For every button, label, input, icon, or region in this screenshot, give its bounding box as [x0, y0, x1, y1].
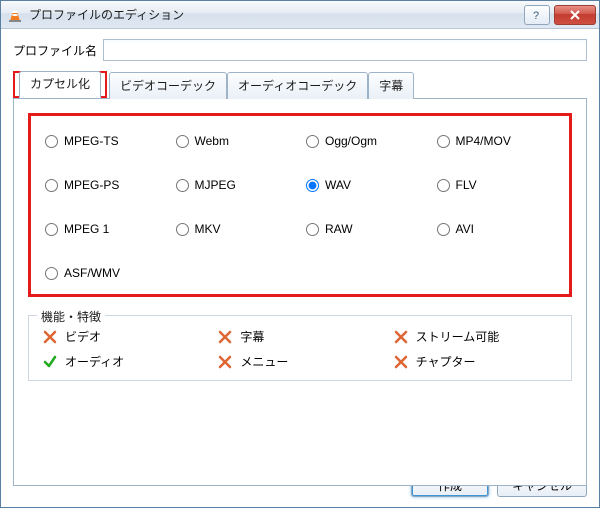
features-box: 機能・特徴 ビデオ字幕ストリーム可能オーディオメニューチャプター: [28, 315, 572, 381]
format-option[interactable]: MPEG-TS: [45, 134, 164, 148]
feature-label: ビデオ: [65, 328, 101, 345]
feature-label: ストリーム可能: [416, 328, 500, 345]
format-option[interactable]: MP4/MOV: [437, 134, 556, 148]
x-icon: [394, 330, 408, 344]
profile-name-label: プロファイル名: [13, 42, 97, 59]
format-option[interactable]: AVI: [437, 222, 556, 236]
tab-video-codec[interactable]: ビデオコーデック: [109, 72, 227, 99]
check-icon: [43, 355, 57, 369]
format-radio[interactable]: [437, 223, 450, 236]
format-label: RAW: [325, 222, 353, 236]
features-grid: ビデオ 字幕 ストリーム可能オーディオ メニュー チャプター: [43, 328, 557, 370]
client-area: プロファイル名 カプセル化 ビデオコーデック オーディオコーデック 字幕 MPE…: [1, 29, 599, 507]
x-icon: [218, 355, 232, 369]
help-button[interactable]: ?: [524, 5, 550, 25]
format-radio[interactable]: [437, 135, 450, 148]
feature-item: チャプター: [394, 353, 557, 370]
format-label: Ogg/Ogm: [325, 134, 377, 148]
format-label: WAV: [325, 178, 351, 192]
feature-label: 字幕: [240, 328, 264, 345]
format-option[interactable]: MKV: [176, 222, 295, 236]
feature-item: オーディオ: [43, 353, 206, 370]
format-radio[interactable]: [45, 223, 58, 236]
format-radio-group: MPEG-TS Webm Ogg/Ogm MP4/MOV MPEG-PS MJPEG WAV…: [28, 113, 572, 297]
format-label: MPEG 1: [64, 222, 109, 236]
feature-item: ビデオ: [43, 328, 206, 345]
tab-audio-codec[interactable]: オーディオコーデック: [227, 72, 368, 99]
feature-label: チャプター: [416, 353, 476, 370]
format-radio[interactable]: [45, 179, 58, 192]
tab-strip: カプセル化 ビデオコーデック オーディオコーデック 字幕: [13, 71, 587, 98]
feature-item: メニュー: [218, 353, 381, 370]
x-icon: [218, 330, 232, 344]
format-option[interactable]: Ogg/Ogm: [306, 134, 425, 148]
tab-encapsulation-highlight: カプセル化: [13, 71, 107, 98]
format-label: MP4/MOV: [456, 134, 511, 148]
format-label: AVI: [456, 222, 474, 236]
tab-panel-encapsulation: MPEG-TS Webm Ogg/Ogm MP4/MOV MPEG-PS MJPEG WAV…: [13, 98, 587, 486]
format-option[interactable]: MPEG 1: [45, 222, 164, 236]
svg-text:?: ?: [533, 10, 539, 21]
features-legend: 機能・特徴: [37, 308, 105, 325]
tab-subtitles[interactable]: 字幕: [368, 72, 414, 99]
format-label: MKV: [195, 222, 221, 236]
format-label: MJPEG: [195, 178, 236, 192]
format-option[interactable]: RAW: [306, 222, 425, 236]
feature-item: ストリーム可能: [394, 328, 557, 345]
format-label: Webm: [195, 134, 229, 148]
format-label: ASF/WMV: [64, 266, 120, 280]
format-option[interactable]: WAV: [306, 178, 425, 192]
format-label: MPEG-TS: [64, 134, 119, 148]
x-icon: [394, 355, 408, 369]
format-radio[interactable]: [306, 135, 319, 148]
format-radio[interactable]: [437, 179, 450, 192]
format-label: MPEG-PS: [64, 178, 119, 192]
tab-encapsulation[interactable]: カプセル化: [19, 71, 101, 98]
format-radio[interactable]: [45, 267, 58, 280]
format-radio[interactable]: [176, 223, 189, 236]
format-radio[interactable]: [306, 223, 319, 236]
format-radio[interactable]: [176, 179, 189, 192]
format-radio[interactable]: [306, 179, 319, 192]
feature-item: 字幕: [218, 328, 381, 345]
format-option[interactable]: MPEG-PS: [45, 178, 164, 192]
profile-name-row: プロファイル名: [13, 39, 587, 61]
close-button[interactable]: [554, 5, 596, 25]
format-radio[interactable]: [176, 135, 189, 148]
format-radio[interactable]: [45, 135, 58, 148]
window-title: プロファイルのエディション: [29, 6, 520, 23]
app-icon: [7, 7, 23, 23]
titlebar: プロファイルのエディション ?: [1, 1, 599, 29]
x-icon: [43, 330, 57, 344]
format-option[interactable]: ASF/WMV: [45, 266, 164, 280]
profile-name-input[interactable]: [103, 39, 587, 61]
feature-label: メニュー: [240, 353, 288, 370]
format-option[interactable]: MJPEG: [176, 178, 295, 192]
feature-label: オーディオ: [65, 353, 124, 370]
format-option[interactable]: Webm: [176, 134, 295, 148]
format-label: FLV: [456, 178, 477, 192]
format-option[interactable]: FLV: [437, 178, 556, 192]
